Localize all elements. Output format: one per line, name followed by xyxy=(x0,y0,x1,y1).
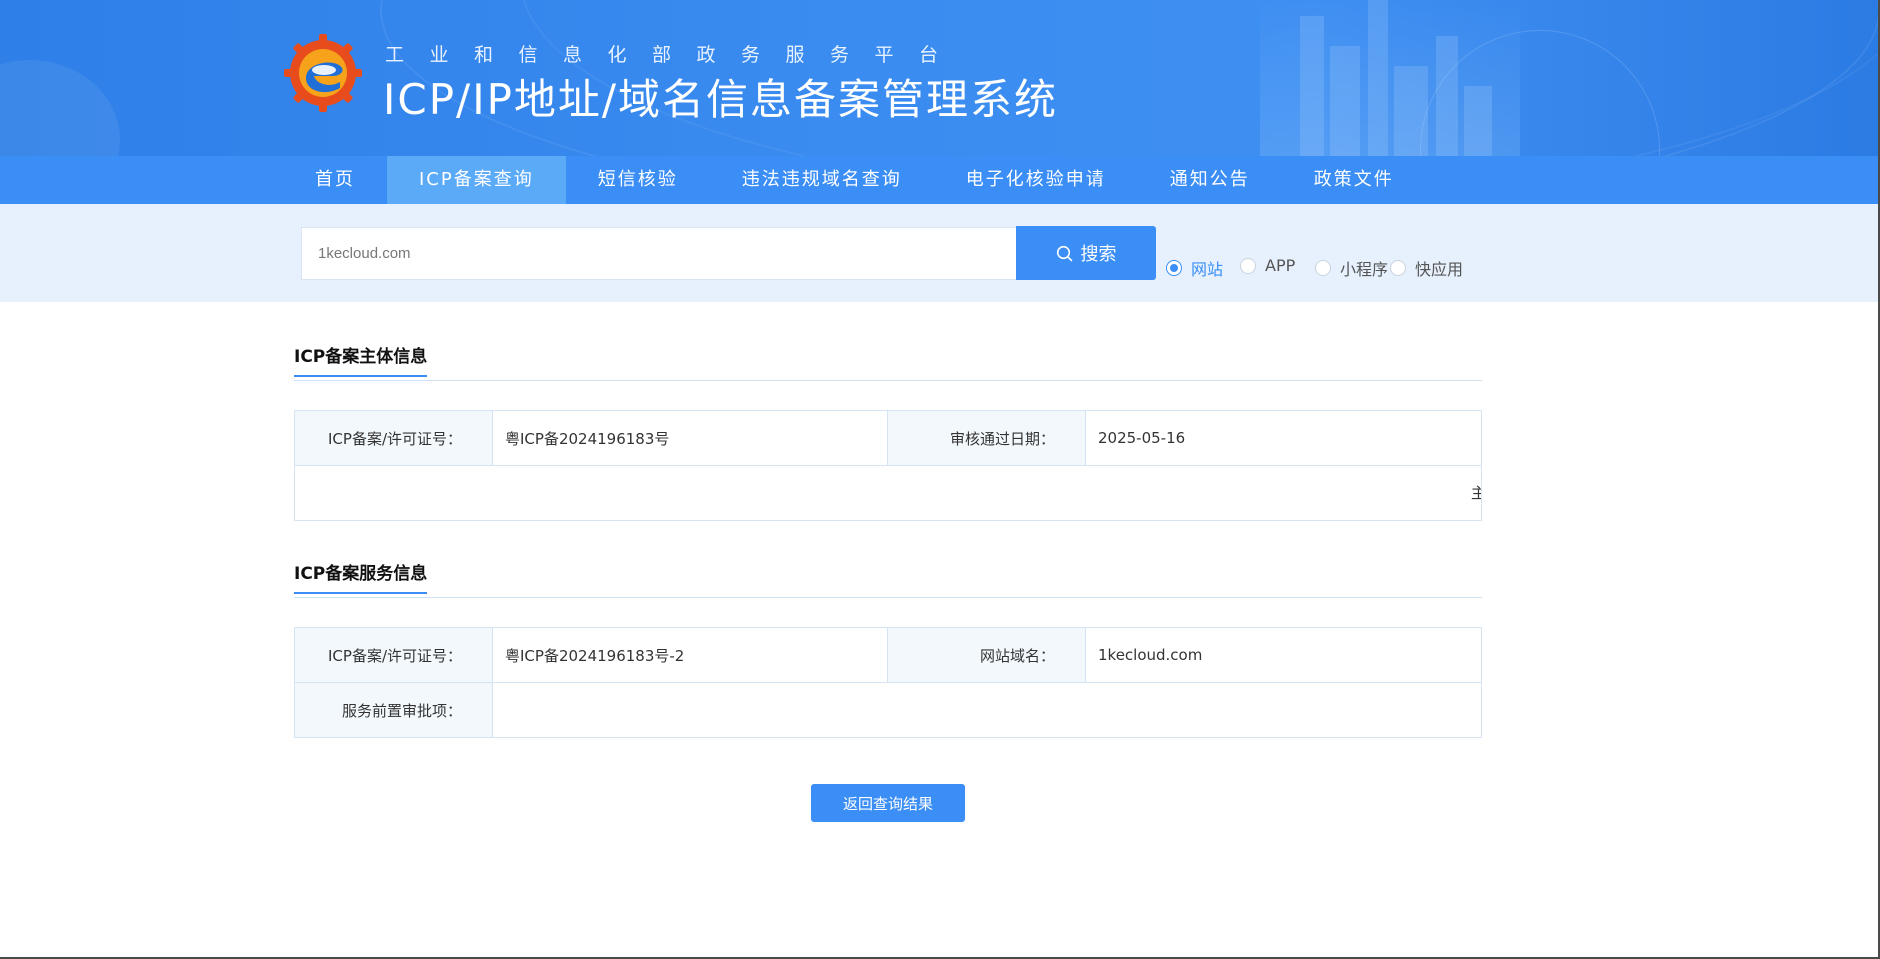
radio-unchecked-icon xyxy=(1315,260,1331,276)
radio-unchecked-icon xyxy=(1390,260,1406,276)
search-type-app[interactable]: APP xyxy=(1240,256,1295,275)
table-row: ICP备案/许可证号： 粤ICP备2024196183号 审核通过日期： 202… xyxy=(294,410,1482,466)
license-label: ICP备案/许可证号： xyxy=(294,410,493,466)
search-type-mini-program[interactable]: 小程序 xyxy=(1315,256,1388,280)
nav-item-icp-query[interactable]: ICP备案查询 xyxy=(387,156,566,204)
nav-item-home[interactable]: 首页 xyxy=(283,156,387,204)
subject-info-overflow-text: 主 xyxy=(1471,482,1481,503)
search-button-label: 搜索 xyxy=(1080,244,1117,265)
nav-item-illegal-domain-query[interactable]: 违法违规域名查询 xyxy=(710,156,934,204)
subject-info-table: ICP备案/许可证号： 粤ICP备2024196183号 审核通过日期： 202… xyxy=(294,410,1482,466)
table-row: ICP备案/许可证号： 粤ICP备2024196183号-2 网站域名： 1ke… xyxy=(294,627,1482,683)
platform-subtitle: 工业和信息化部政务服务平台 xyxy=(385,44,964,66)
domain-label: 网站域名： xyxy=(887,627,1086,683)
radio-unchecked-icon xyxy=(1240,257,1256,274)
back-to-results-button[interactable]: 返回查询结果 xyxy=(811,784,965,822)
search-button[interactable]: 搜索 xyxy=(1016,226,1156,280)
search-type-website[interactable]: 网站 xyxy=(1166,256,1223,280)
domain-value: 1kecloud.com xyxy=(1085,627,1482,683)
radio-checked-icon xyxy=(1166,260,1182,276)
banner-decoration xyxy=(0,60,120,156)
subject-info-title: ICP备案主体信息 xyxy=(294,342,428,377)
approve-date-label: 审核通过日期： xyxy=(887,410,1086,466)
section-divider xyxy=(294,597,1482,598)
pre-approval-label: 服务前置审批项： xyxy=(294,682,493,738)
service-info-table: ICP备案/许可证号： 粤ICP备2024196183号-2 网站域名： 1ke… xyxy=(294,627,1482,738)
nav-item-policy-docs[interactable]: 政策文件 xyxy=(1282,156,1426,204)
nav-items: 首页 ICP备案查询 短信核验 违法违规域名查询 电子化核验申请 通知公告 政策… xyxy=(283,156,1426,204)
main-nav: 首页 ICP备案查询 短信核验 违法违规域名查询 电子化核验申请 通知公告 政策… xyxy=(0,156,1880,204)
approve-date-value: 2025-05-16 xyxy=(1085,410,1482,466)
service-license-value: 粤ICP备2024196183号-2 xyxy=(492,627,888,683)
nav-item-notices[interactable]: 通知公告 xyxy=(1138,156,1282,204)
miit-logo-icon xyxy=(284,34,362,112)
nav-item-electronic-verify[interactable]: 电子化核验申请 xyxy=(934,156,1138,204)
service-info-title: ICP备案服务信息 xyxy=(294,559,428,594)
system-title: ICP/IP地址/域名信息备案管理系统 xyxy=(383,75,1059,124)
nav-item-sms-verify[interactable]: 短信核验 xyxy=(566,156,710,204)
subject-info-scroll-row: 主 xyxy=(294,466,1482,521)
table-row: 服务前置审批项： xyxy=(294,682,1482,738)
service-license-label: ICP备案/许可证号： xyxy=(294,627,493,683)
search-input[interactable] xyxy=(301,227,1017,280)
search-type-quick-app[interactable]: 快应用 xyxy=(1390,256,1463,280)
search-icon xyxy=(1056,245,1072,261)
license-value: 粤ICP备2024196183号 xyxy=(492,410,888,466)
header-banner: 工业和信息化部政务服务平台 ICP/IP地址/域名信息备案管理系统 xyxy=(0,0,1880,156)
section-divider xyxy=(294,380,1482,381)
banner-city-decoration xyxy=(1260,0,1520,156)
pre-approval-value xyxy=(492,682,1482,738)
